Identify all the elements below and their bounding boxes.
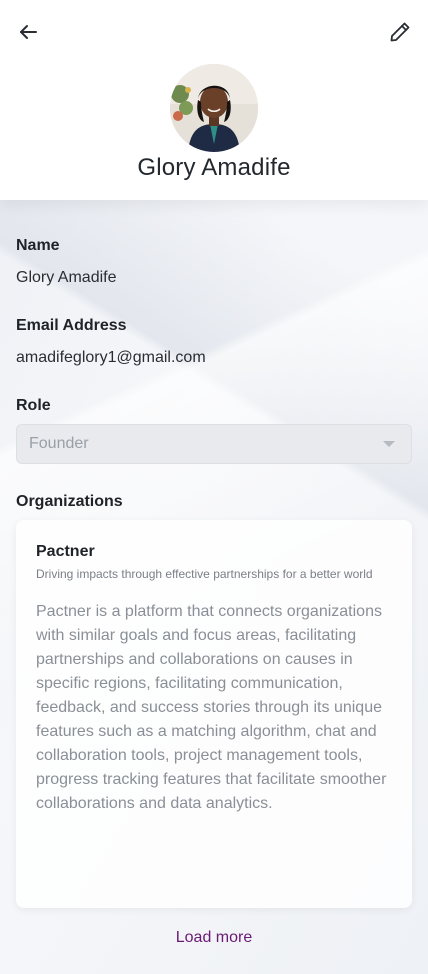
profile-name: Glory Amadife: [137, 154, 291, 181]
email-label: Email Address: [16, 317, 127, 334]
name-label: Name: [16, 237, 60, 254]
name-field: Name Glory Amadife: [16, 234, 412, 290]
arrow-left-icon: [20, 25, 37, 39]
role-field: Role: [16, 394, 412, 418]
role-label: Role: [16, 397, 51, 414]
organization-card[interactable]: Pactner Driving impacts through effectiv…: [16, 520, 412, 908]
organization-tagline: Driving impacts through effective partne…: [36, 567, 373, 581]
load-more-button[interactable]: Load more: [16, 926, 412, 950]
role-select[interactable]: Founder: [16, 424, 412, 464]
organizations-label: Organizations: [16, 493, 123, 510]
avatar-image: [170, 64, 258, 152]
organizations-section: Organizations: [16, 490, 412, 514]
name-value: Glory Amadife: [16, 269, 117, 286]
back-button[interactable]: [14, 18, 42, 46]
organization-description: Pactner is a platform that connects orga…: [36, 603, 387, 812]
organization-name: Pactner: [36, 543, 95, 560]
role-select-value: Founder: [29, 435, 89, 452]
profile-header: Glory Amadife: [0, 0, 428, 200]
chevron-down-icon: [383, 441, 395, 447]
email-value: amadifeglory1@gmail.com: [16, 349, 206, 366]
pencil-icon: [390, 22, 410, 42]
avatar: [170, 64, 258, 152]
edit-profile-button[interactable]: [386, 18, 414, 46]
email-field: Email Address amadifeglory1@gmail.com: [16, 314, 412, 370]
